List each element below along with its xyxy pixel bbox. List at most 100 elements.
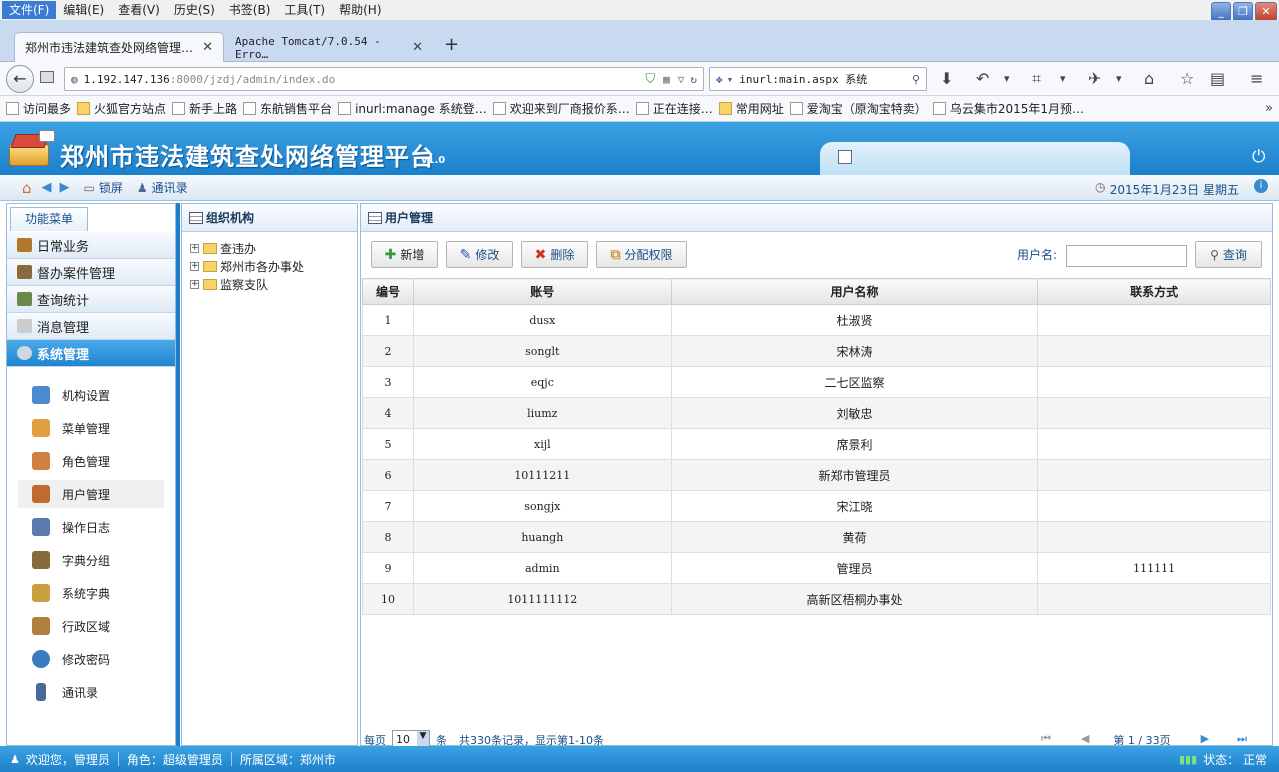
- menu-item-user-management[interactable]: 用户管理: [18, 480, 164, 508]
- table-row[interactable]: 1 dusx 杜淑贤: [362, 304, 1271, 336]
- bookmark-item[interactable]: 访问最多: [6, 100, 71, 117]
- table-row[interactable]: 6 10111211 新郑市管理员: [362, 459, 1271, 491]
- browser-menu-item[interactable]: 帮助(H): [332, 1, 388, 19]
- column-header[interactable]: 联系方式: [1037, 278, 1271, 305]
- crop-icon[interactable]: ⌗: [1032, 69, 1041, 89]
- tree-node[interactable]: + 查违办: [190, 240, 256, 257]
- extension-icon[interactable]: ✈: [1088, 69, 1101, 88]
- menu-group-system[interactable]: 系统管理: [7, 340, 175, 367]
- table-row[interactable]: 5 xijl 席景利: [362, 428, 1271, 460]
- bookmark-item[interactable]: 乌云集市2015年1月预…: [932, 100, 1084, 117]
- chevron-down-icon[interactable]: ▾: [1004, 72, 1010, 85]
- menu-group-messages[interactable]: 消息管理: [7, 313, 175, 340]
- star-icon[interactable]: ☆: [1180, 69, 1194, 88]
- menu-item-system-dict[interactable]: 系统字典: [18, 579, 164, 607]
- menu-item-admin-region[interactable]: 行政区域: [18, 612, 164, 640]
- menu-item-contacts[interactable]: 通讯录: [18, 678, 164, 706]
- add-button[interactable]: ✚ 新增: [371, 241, 438, 268]
- contacts-button[interactable]: 通讯录: [152, 179, 188, 196]
- chevron-right-icon[interactable]: »: [1265, 101, 1273, 116]
- menu-group-supervision[interactable]: 督办案件管理: [7, 259, 175, 286]
- edit-button[interactable]: ✎ 修改: [446, 241, 513, 268]
- bookmark-item[interactable]: 常用网址: [718, 100, 784, 117]
- table-row[interactable]: 7 songjx 宋江晓: [362, 490, 1271, 522]
- prev-page-icon[interactable]: ◀: [1081, 732, 1089, 745]
- browser-menu-item[interactable]: 工具(T): [277, 1, 332, 19]
- username-input[interactable]: [1066, 245, 1187, 267]
- query-button[interactable]: ⚲ 查询: [1195, 241, 1262, 268]
- bookmark-item[interactable]: 正在连接…: [635, 100, 713, 117]
- home-icon[interactable]: ⌂: [22, 179, 32, 197]
- function-menu-tab[interactable]: 功能菜单: [10, 207, 88, 231]
- reader-icon[interactable]: ▤: [1210, 69, 1225, 88]
- browser-tab[interactable]: Apache Tomcat/7.0.54 - Erro… ✕: [224, 32, 434, 62]
- last-page-icon[interactable]: ⏭: [1237, 732, 1247, 746]
- menu-item-operation-log[interactable]: 操作日志: [18, 513, 164, 541]
- menu-item-org-settings[interactable]: 机构设置: [18, 381, 164, 409]
- table-row[interactable]: 8 huangh 黄荷: [362, 521, 1271, 553]
- forward-icon[interactable]: ▶: [60, 180, 70, 195]
- table-row[interactable]: 9 admin 管理员 111111: [362, 552, 1271, 584]
- power-icon[interactable]: ⏻: [1252, 147, 1265, 167]
- menu-item-change-password[interactable]: 修改密码: [18, 645, 164, 673]
- minimize-icon[interactable]: _: [1211, 2, 1231, 22]
- table-row[interactable]: 3 eqjc 二七区监察: [362, 366, 1271, 398]
- lock-screen-button[interactable]: 锁屏: [99, 179, 123, 196]
- browser-menu-item[interactable]: 查看(V): [111, 1, 167, 19]
- close-tab-icon[interactable]: ✕: [404, 40, 423, 55]
- sidebar-toggle-icon[interactable]: [40, 71, 54, 83]
- browser-menu-item[interactable]: 历史(S): [167, 1, 222, 19]
- column-header[interactable]: 用户名称: [670, 278, 1039, 305]
- table-row[interactable]: 4 liumz 刘敏忠: [362, 397, 1271, 429]
- menu-icon[interactable]: ≡: [1250, 69, 1263, 88]
- expand-icon[interactable]: +: [190, 244, 199, 253]
- back-icon[interactable]: ←: [6, 65, 34, 93]
- home-icon[interactable]: ⌂: [1144, 69, 1154, 88]
- menu-group-daily[interactable]: 日常业务: [7, 232, 175, 259]
- chevron-down-icon[interactable]: ▾: [1060, 72, 1066, 85]
- browser-tab-active[interactable]: 郑州市违法建筑查处网络管理… ✕: [14, 32, 224, 62]
- assign-permission-button[interactable]: ⧉ 分配权限: [596, 241, 687, 268]
- table-row[interactable]: 10 1011111112 高新区梧桐办事处: [362, 583, 1271, 615]
- search-bar[interactable]: ✥ ▾ inurl:main.aspx 系统 ⚲: [709, 67, 927, 91]
- menu-group-query[interactable]: 查询统计: [7, 286, 175, 313]
- bookmark-item[interactable]: 火狐官方站点: [77, 100, 166, 117]
- download-icon[interactable]: ⬇: [940, 69, 953, 88]
- bookmark-item[interactable]: 爱淘宝（原淘宝特卖）: [789, 100, 927, 117]
- delete-button[interactable]: ✖ 删除: [521, 241, 588, 268]
- expand-icon[interactable]: +: [190, 280, 199, 289]
- chevron-down-icon[interactable]: ▾: [727, 73, 734, 86]
- bookmark-item[interactable]: 新手上路: [172, 100, 237, 117]
- browser-menu-item[interactable]: 文件(F): [2, 1, 57, 19]
- browser-menu-item[interactable]: 编辑(E): [56, 1, 111, 19]
- table-row[interactable]: 2 songlt 宋林涛: [362, 335, 1271, 367]
- column-header[interactable]: 编号: [362, 278, 414, 305]
- url-bar[interactable]: ◍ 1.192.147.136:8000/jzdj/admin/index.do…: [64, 67, 704, 91]
- new-tab-icon[interactable]: +: [444, 34, 459, 55]
- info-icon[interactable]: i: [1254, 179, 1268, 193]
- search-icon[interactable]: ⚲: [912, 73, 920, 86]
- close-icon[interactable]: ✕: [1255, 2, 1277, 22]
- panel-splitter[interactable]: [176, 203, 180, 746]
- back-icon[interactable]: ◀: [42, 180, 52, 195]
- bookmark-item[interactable]: 欢迎来到厂商报价系…: [492, 100, 630, 117]
- bookmark-item[interactable]: inurl:manage 系统登…: [338, 100, 487, 117]
- next-page-icon[interactable]: ▶: [1201, 732, 1209, 745]
- column-header[interactable]: 账号: [412, 278, 672, 305]
- menu-item-role-management[interactable]: 角色管理: [18, 447, 164, 475]
- restore-icon[interactable]: ❐: [1233, 2, 1253, 22]
- bookmark-item[interactable]: 东航销售平台: [243, 100, 332, 117]
- browser-menu-item[interactable]: 书签(B): [222, 1, 278, 19]
- qr-icon[interactable]: ▦: [663, 73, 670, 86]
- first-page-icon[interactable]: ⏮: [1041, 732, 1051, 746]
- tree-node[interactable]: + 郑州市各办事处: [190, 258, 304, 275]
- reload-icon[interactable]: ↻: [690, 73, 697, 86]
- dropdown-icon[interactable]: ▽: [678, 73, 685, 86]
- menu-item-menu-management[interactable]: 菜单管理: [18, 414, 164, 442]
- expand-icon[interactable]: +: [190, 262, 199, 271]
- shield-icon[interactable]: ⛉: [645, 72, 655, 87]
- menu-item-dict-group[interactable]: 字典分组: [18, 546, 164, 574]
- close-tab-icon[interactable]: ✕: [194, 40, 213, 55]
- notepad-icon[interactable]: [838, 150, 852, 164]
- undo-icon[interactable]: ↶: [976, 69, 989, 88]
